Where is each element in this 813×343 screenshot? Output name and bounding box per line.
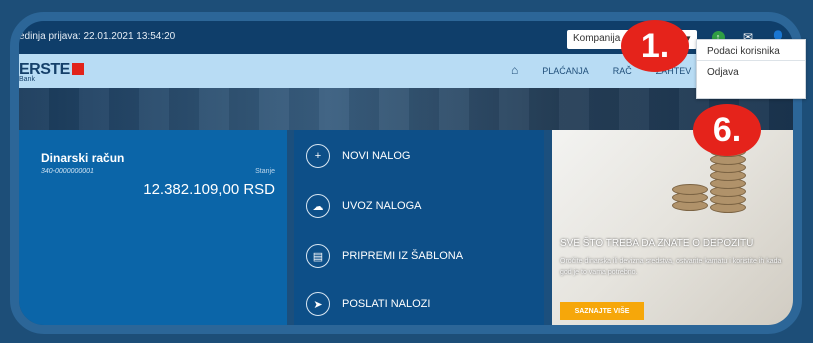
menu-item-logout[interactable]: Odjava [697, 60, 805, 80]
step-badge-6: 6. [693, 104, 761, 156]
quick-actions: + NOVI NALOG ☁ UVOZ NALOGA ▤ PRIPREMI IZ… [294, 130, 544, 325]
plus-circle-icon: + [306, 144, 330, 168]
from-template-action[interactable]: ▤ PRIPREMI IZ ŠABLONA [306, 244, 463, 268]
send-icon: ➤ [306, 292, 330, 316]
nav-item-racuni[interactable]: RAČ [613, 66, 632, 77]
promo-title: SVE ŠTO TREBA DA ZNATE O DEPOZITU [560, 238, 754, 249]
action-label: POSLATI NALOZI [342, 298, 431, 310]
learn-more-button[interactable]: SAZNAJTE VIŠE [560, 302, 644, 320]
action-label: PRIPREMI IZ ŠABLONA [342, 250, 464, 262]
action-label: NOVI NALOG [342, 150, 411, 162]
account-number: 340-0000000001 [41, 168, 94, 175]
user-menu-dropdown: Podaci korisnika Odjava [696, 39, 806, 99]
action-label: UVOZ NALOGA [342, 200, 422, 212]
nav-item-placanja[interactable]: PLAĆANJA [542, 66, 589, 77]
cloud-upload-icon: ☁ [306, 194, 330, 218]
carousel-dots[interactable] [771, 328, 785, 333]
new-order-action[interactable]: + NOVI NALOG [306, 144, 410, 168]
balance-label: Stanje [255, 168, 275, 175]
logo-subtext: Bank [19, 76, 35, 83]
menu-item-user-data[interactable]: Podaci korisnika [697, 40, 805, 60]
account-card[interactable]: Dinarski račun 340-0000000001 Stanje 12.… [19, 130, 287, 325]
import-orders-action[interactable]: ☁ UVOZ NALOGA [306, 194, 421, 218]
account-title: Dinarski račun [41, 151, 125, 165]
logo-mark-icon [71, 63, 84, 75]
sent-orders-action[interactable]: ➤ POSLATI NALOZI [306, 292, 430, 316]
home-icon[interactable]: ⌂ [511, 63, 518, 77]
company-select-value: Kompanija [573, 33, 621, 44]
hero-banner [19, 88, 793, 130]
account-balance: 12.382.109,00 RSD [143, 181, 275, 198]
promo-banner: SVE ŠTO TREBA DA ZNATE O DEPOZITU Oročit… [552, 130, 793, 333]
last-login-text: edinja prijava: 22.01.2021 13:54:20 [19, 31, 176, 42]
step-badge-1: 1. [621, 20, 689, 72]
promo-text: Oročite dinarska ili devizna sredstva, o… [560, 258, 782, 276]
template-icon: ▤ [306, 244, 330, 268]
